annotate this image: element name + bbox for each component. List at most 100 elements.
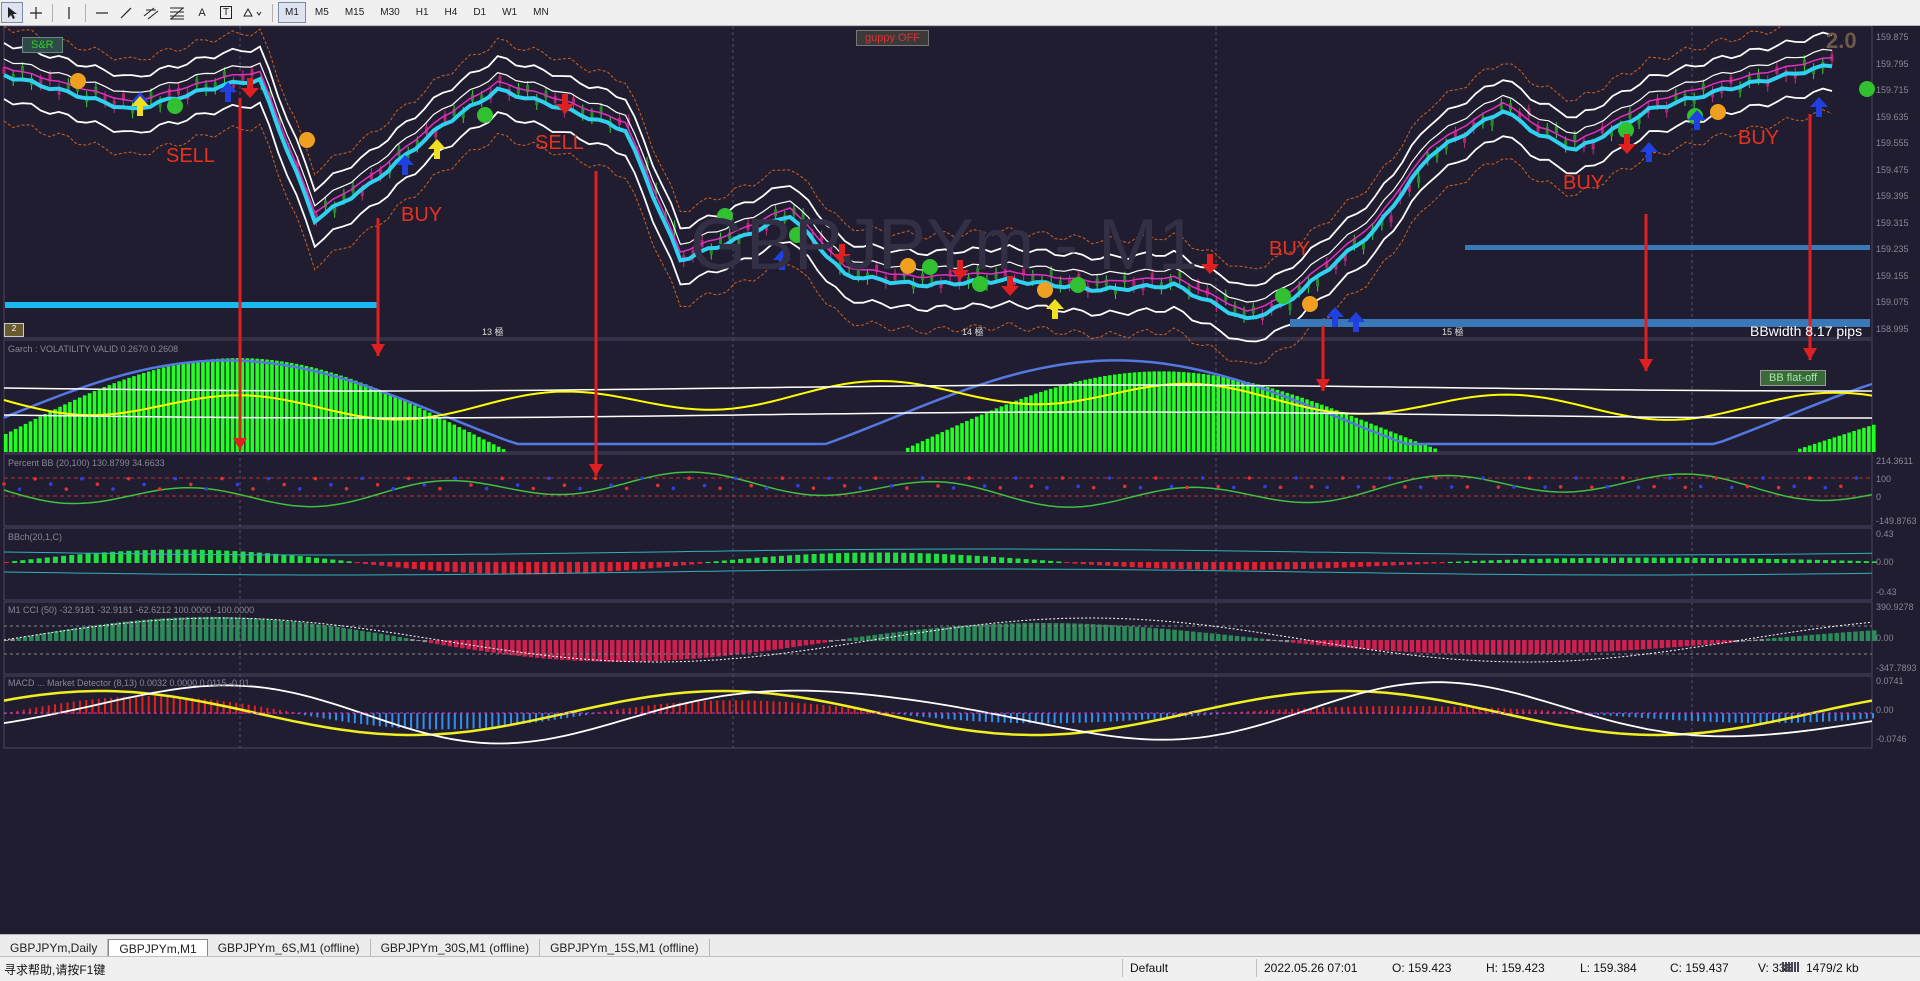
garch-bar: [260, 359, 264, 452]
garch-bar: [334, 373, 338, 452]
crosshair-icon[interactable]: [25, 2, 47, 23]
bbch-bar: [142, 550, 148, 563]
timeframe-h4[interactable]: H4: [438, 2, 465, 23]
garch-bar: [1058, 385, 1063, 452]
pbb-dot: [422, 483, 427, 487]
tab-3[interactable]: GBPJPYm_30S,M1 (offline): [371, 939, 541, 956]
tab-4[interactable]: GBPJPYm_15S,M1 (offline): [540, 939, 710, 956]
garch-bar: [1393, 433, 1398, 452]
vertical-line-icon[interactable]: [58, 2, 80, 23]
cci-bar: [672, 640, 677, 661]
signal-connector-head: [1803, 348, 1817, 360]
cci-bar: [603, 640, 609, 662]
timeframe-mn[interactable]: MN: [526, 2, 556, 23]
pbb-dot: [1403, 485, 1407, 489]
garch-bar: [132, 376, 136, 452]
timeframe-d1[interactable]: D1: [466, 2, 493, 23]
cci-bar: [1184, 630, 1190, 641]
timeframe-m15[interactable]: M15: [338, 2, 371, 23]
cci-bar: [1278, 640, 1283, 642]
garch-bar: [1857, 429, 1861, 452]
cci-bar: [235, 617, 240, 641]
cci-bar: [903, 631, 909, 641]
session-label-15: 15 極: [1442, 327, 1464, 337]
bbch-bar: [542, 562, 548, 575]
bbch-bar: [134, 550, 140, 563]
cci-bar: [1684, 640, 1690, 647]
pbb-dot: [1418, 485, 1423, 489]
bbch-bar: [534, 562, 540, 575]
sr-button[interactable]: S&R: [22, 37, 63, 53]
macd-bar: [391, 713, 394, 728]
bbch-bar: [623, 562, 629, 571]
bbch-bar: [819, 553, 825, 563]
cci-bar: [1097, 624, 1102, 641]
tab-0[interactable]: GBPJPYm,Daily: [0, 939, 109, 956]
horizontal-line-icon[interactable]: [91, 2, 113, 23]
pbb-dot: [1605, 484, 1610, 489]
macd-bar: [791, 702, 794, 714]
timeframe-m1[interactable]: M1: [278, 2, 306, 23]
cci-bar: [1640, 640, 1646, 650]
bbch-bar: [550, 562, 556, 575]
cci-bar: [622, 640, 628, 662]
cci-bar: [766, 640, 771, 651]
macd-bar: [1715, 713, 1718, 723]
bbch-bar: [1684, 557, 1690, 563]
chart-window[interactable]: S&R guppy OFF 2.0 GBPJPYm - M1 SELL BUY …: [0, 26, 1920, 944]
macd-bar: [160, 696, 163, 714]
bbch-bar: [966, 555, 972, 563]
cci-bar: [1803, 635, 1808, 641]
channel-icon[interactable]: [139, 2, 163, 23]
timeframe-m5[interactable]: M5: [308, 2, 336, 23]
cci-bar: [809, 640, 815, 645]
bbch-bar: [436, 562, 442, 571]
sell-arrow-icon: [1618, 134, 1636, 154]
guppy-button[interactable]: guppy OFF: [856, 30, 930, 46]
macd-bar: [441, 713, 444, 730]
macd-bar: [772, 701, 775, 714]
bb-flat-button[interactable]: BB flat-off: [1760, 370, 1827, 386]
cci-bar: [1434, 640, 1440, 654]
timeframe-w1[interactable]: W1: [495, 2, 524, 23]
pbb-dot: [796, 483, 800, 488]
candle-body: [1545, 127, 1549, 135]
text-label-icon[interactable]: T: [215, 2, 237, 23]
bbch-bar: [1341, 562, 1347, 568]
cci-bar: [1197, 632, 1202, 641]
pbb-dot: [764, 486, 769, 490]
cci-bar: [535, 640, 540, 658]
bbch-band-lower: [3, 568, 1873, 576]
garch-bar: [196, 360, 200, 452]
chart-canvas[interactable]: [0, 26, 1920, 931]
shapes-icon[interactable]: [239, 2, 267, 23]
status-divider: [1122, 959, 1123, 977]
timeframe-h1[interactable]: H1: [409, 2, 436, 23]
bbch-bar: [1194, 562, 1200, 570]
cci-bar: [53, 631, 59, 641]
garch-bar: [230, 358, 235, 452]
bbch-bar: [558, 562, 564, 574]
tab-2[interactable]: GBPJPYm_6S,M1 (offline): [208, 939, 371, 956]
pbb-dot: [1683, 485, 1687, 490]
text-icon[interactable]: A: [191, 2, 213, 23]
bbch-bar: [452, 562, 458, 573]
status-low: L: 159.384: [1580, 961, 1637, 975]
trendline-icon[interactable]: [115, 2, 137, 23]
fibonacci-icon[interactable]: [165, 2, 189, 23]
tab-1[interactable]: GBPJPYm,M1: [108, 939, 208, 956]
macd-bar: [1859, 713, 1862, 720]
cci-bar: [859, 636, 865, 641]
pbb-dot: [920, 476, 925, 480]
bbch-bar: [860, 552, 866, 563]
bbch-bar: [1137, 562, 1143, 568]
cci-bar: [1578, 640, 1583, 653]
bbch-bar: [1602, 557, 1608, 563]
bbch-bar: [836, 553, 842, 563]
cci-bar: [435, 640, 440, 645]
garch-bar: [1852, 430, 1856, 452]
cursor-icon[interactable]: [1, 2, 23, 23]
bbch-bar: [330, 559, 336, 563]
timeframe-m30[interactable]: M30: [373, 2, 406, 23]
bbch-bar: [1774, 558, 1780, 563]
